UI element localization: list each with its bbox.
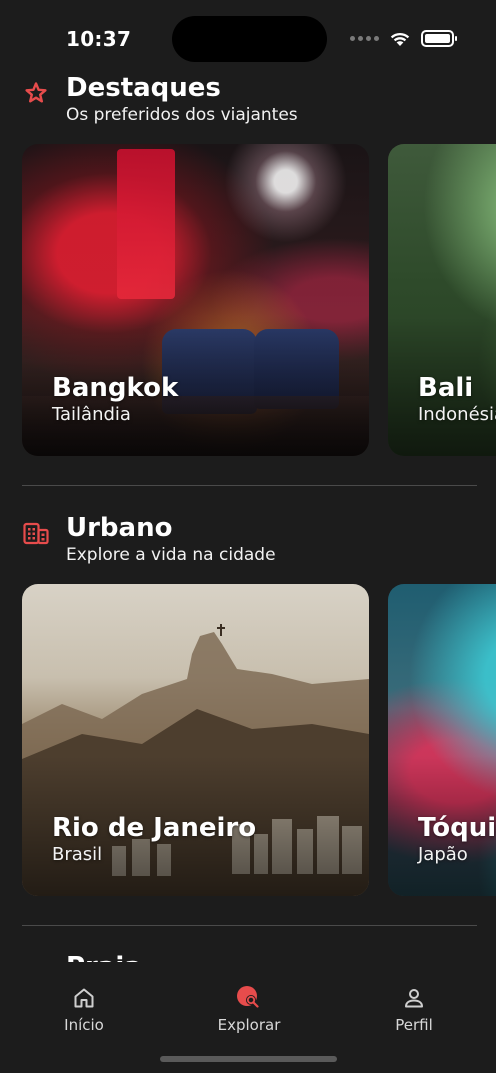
explore-icon — [235, 984, 263, 1012]
signal-icon — [350, 36, 379, 41]
card-title: Bangkok — [52, 373, 179, 403]
card-subtitle: Brasil — [52, 844, 103, 865]
destination-card-bali[interactable]: Bali Indonésia — [388, 144, 496, 456]
destination-card-toquio[interactable]: Tóquio Japão — [388, 584, 496, 896]
status-bar: 10:37 — [0, 0, 496, 70]
card-title: Bali — [418, 373, 474, 403]
tab-label: Início — [64, 1016, 104, 1034]
star-icon — [22, 79, 50, 107]
section-title: Praia — [66, 952, 142, 962]
cards-row-destaques[interactable]: Bangkok Tailândia Bali Indonésia — [0, 144, 496, 456]
section-header-urbano: Urbano Explore a vida na cidade — [22, 513, 482, 573]
tab-perfil[interactable]: Perfil — [354, 984, 474, 1044]
card-subtitle: Japão — [418, 844, 468, 865]
card-title: Rio de Janeiro — [52, 813, 257, 843]
tab-inicio[interactable]: Início — [24, 984, 144, 1044]
section-divider — [22, 925, 477, 926]
home-indicator — [160, 1056, 337, 1062]
wifi-icon — [390, 32, 410, 46]
tab-label: Perfil — [395, 1016, 433, 1034]
section-subtitle: Os preferidos dos viajantes — [66, 105, 298, 125]
section-title: Destaques — [66, 73, 221, 103]
section-subtitle: Explore a vida na cidade — [66, 545, 276, 565]
profile-icon — [400, 984, 428, 1012]
content-scroll[interactable]: Destaques Os preferidos dos viajantes Ba… — [0, 70, 496, 962]
dynamic-island — [172, 16, 327, 62]
cards-row-urbano[interactable]: Rio de Janeiro Brasil Tóquio Japão — [0, 584, 496, 896]
buildings-icon — [22, 519, 50, 547]
section-title: Urbano — [66, 513, 173, 543]
tab-label: Explorar — [217, 1016, 281, 1034]
section-divider — [22, 485, 477, 486]
card-title: Tóquio — [418, 813, 496, 843]
status-icons — [350, 30, 457, 47]
card-subtitle: Tailândia — [52, 404, 131, 425]
home-icon — [70, 984, 98, 1012]
section-header-destaques: Destaques Os preferidos dos viajantes — [22, 73, 482, 133]
battery-icon — [421, 30, 457, 47]
destination-card-rio-de-janeiro[interactable]: Rio de Janeiro Brasil — [22, 584, 369, 896]
tab-explorar[interactable]: Explorar — [189, 984, 309, 1044]
section-header-praia: Praia — [22, 952, 482, 962]
card-image-detail — [117, 149, 175, 299]
card-subtitle: Indonésia — [418, 404, 496, 425]
status-time: 10:37 — [66, 27, 132, 51]
destination-card-bangkok[interactable]: Bangkok Tailândia — [22, 144, 369, 456]
